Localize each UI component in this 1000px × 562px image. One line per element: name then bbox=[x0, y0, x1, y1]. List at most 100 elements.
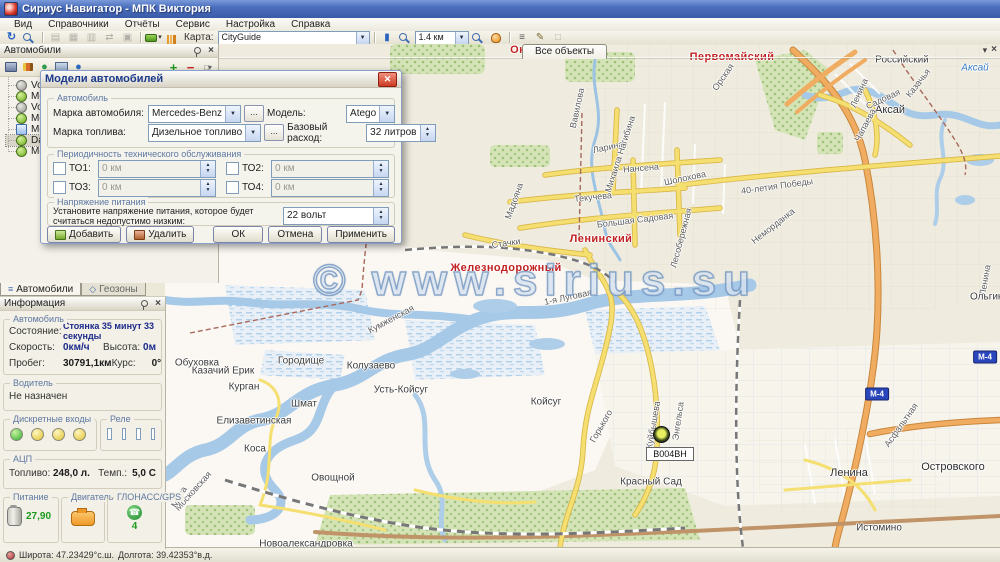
menu-item-1[interactable]: Вид bbox=[6, 18, 40, 31]
dialog-close-icon[interactable]: ✕ bbox=[378, 72, 397, 87]
relay-checkbox[interactable] bbox=[122, 428, 127, 440]
app-icon bbox=[4, 2, 18, 16]
consumption-label: Базовый расход: bbox=[287, 122, 363, 144]
map-label: Ольгинская bbox=[970, 292, 1000, 303]
pan-icon[interactable] bbox=[488, 32, 505, 44]
locate-icon[interactable] bbox=[3, 32, 20, 44]
discrete-inputs-group: Дискретные входы bbox=[3, 419, 97, 451]
menu-item-6[interactable]: Справка bbox=[283, 18, 338, 31]
to-spinner: 0 км▲▼ bbox=[271, 179, 389, 197]
map-label: 40-летия Победы bbox=[740, 176, 813, 196]
dock-tab-автомобили[interactable]: ≡Автомобили bbox=[0, 283, 81, 296]
maintenance-grid: ТО1:0 км▲▼ТО2:0 км▲▼ТО3:0 км▲▼ТО4:0 км▲▼ bbox=[48, 159, 394, 197]
delete-model-button[interactable]: Удалить bbox=[126, 226, 194, 243]
temp-label: Темп.: bbox=[98, 468, 132, 479]
layers-icon bbox=[119, 32, 136, 44]
vehicles-group-icon[interactable] bbox=[3, 61, 18, 74]
model-combobox[interactable]: Atego ▼ bbox=[346, 105, 395, 123]
stats-icon[interactable] bbox=[163, 32, 180, 44]
fuel-browse-button[interactable]: ... bbox=[264, 124, 284, 141]
model-label: Модель: bbox=[267, 108, 343, 119]
paint-icon[interactable] bbox=[20, 61, 35, 74]
relays-row bbox=[101, 426, 161, 442]
to-value: 0 км bbox=[272, 180, 373, 196]
pin-icon[interactable] bbox=[194, 47, 201, 54]
to-label: ТО4: bbox=[242, 182, 268, 193]
consumption-value: 32 литров bbox=[367, 125, 419, 141]
chevron-down-icon[interactable]: ▼ bbox=[225, 106, 240, 122]
zoom-in-icon[interactable] bbox=[397, 32, 414, 44]
close-icon[interactable]: × bbox=[208, 46, 214, 56]
list-icon[interactable] bbox=[514, 32, 531, 44]
menu-item-5[interactable]: Настройка bbox=[218, 18, 283, 31]
marker-icon[interactable] bbox=[379, 32, 396, 44]
tab-all-objects[interactable]: Все объекты bbox=[522, 44, 607, 59]
main-toolbar: Карта:CityGuide▼1.4 км▼ bbox=[0, 31, 1000, 45]
close-icon[interactable]: × bbox=[155, 299, 161, 309]
spinner-arrows-icon[interactable]: ▲▼ bbox=[420, 125, 435, 141]
cancel-button[interactable]: Отмена bbox=[268, 226, 322, 243]
car-filter-icon[interactable] bbox=[145, 32, 162, 44]
longitude-readout: Долгота: 39.42353°в.д. bbox=[118, 550, 212, 560]
chevron-down-icon[interactable]: ▼ bbox=[356, 32, 369, 44]
fuel-combobox[interactable]: Дизельное топливо ▼ bbox=[148, 124, 261, 142]
search-icon[interactable] bbox=[21, 32, 38, 44]
to-checkbox[interactable] bbox=[226, 162, 239, 175]
to-checkbox[interactable] bbox=[53, 181, 66, 194]
relay-checkbox[interactable] bbox=[151, 428, 156, 440]
map-label: Аксай bbox=[875, 104, 905, 116]
spinner-arrows-icon: ▲▼ bbox=[373, 180, 388, 196]
map-label: Красный Сад bbox=[620, 477, 682, 488]
driver-group: Водитель Не назначен bbox=[3, 383, 162, 411]
map-label: Островского bbox=[921, 461, 985, 473]
dock-tab-геозоны[interactable]: ◇Геозоны bbox=[81, 283, 145, 296]
to-checkbox[interactable] bbox=[53, 162, 66, 175]
info-panel-header: Информация × bbox=[0, 297, 165, 311]
menu-bar: ВидСправочникиОтчётыСервисНастройкаСправ… bbox=[0, 18, 1000, 32]
chevron-down-icon[interactable]: ▼ bbox=[245, 125, 260, 141]
power-group: Питание 27,90 bbox=[3, 497, 59, 543]
map-label: Стачки bbox=[491, 236, 521, 250]
brand-combobox[interactable]: Mercedes-Benz ▼ bbox=[148, 105, 241, 123]
ok-button[interactable]: ОК bbox=[213, 226, 263, 243]
close-map-tab-icon[interactable]: × bbox=[991, 45, 997, 56]
add-model-icon bbox=[55, 230, 66, 240]
vehicle-marker-icon[interactable] bbox=[653, 426, 670, 443]
apply-button[interactable]: Применить bbox=[327, 226, 395, 243]
voltage-spinner[interactable]: 22 вольт ▲▼ bbox=[283, 207, 389, 225]
to-checkbox[interactable] bbox=[226, 181, 239, 194]
maintenance-item: ТО3:0 км▲▼ bbox=[48, 178, 221, 197]
map-source-combo[interactable]: CityGuide▼ bbox=[218, 31, 370, 45]
map-label: Вавилова bbox=[568, 87, 586, 129]
to-spinner: 0 км▲▼ bbox=[98, 179, 216, 197]
edit-icon[interactable] bbox=[532, 32, 549, 44]
dialog-title-bar[interactable]: Модели автомобилей ✕ bbox=[41, 71, 401, 88]
power-caption: Питание bbox=[10, 492, 52, 502]
map-scale-combo[interactable]: 1.4 км▼ bbox=[415, 31, 469, 45]
spinner-arrows-icon[interactable]: ▲▼ bbox=[373, 208, 388, 224]
brand-browse-button[interactable]: ... bbox=[244, 105, 264, 122]
input-led-yellow bbox=[52, 428, 65, 441]
map-label: Елизаветинская bbox=[217, 416, 292, 427]
menu-item-4[interactable]: Сервис bbox=[168, 18, 218, 31]
zoom-out-icon[interactable] bbox=[470, 32, 487, 44]
toolbar-separator bbox=[374, 32, 375, 43]
relay-checkbox[interactable] bbox=[136, 428, 141, 440]
pin-icon[interactable] bbox=[141, 300, 148, 307]
to-label: ТО1: bbox=[69, 163, 95, 174]
relay-checkbox[interactable] bbox=[107, 428, 112, 440]
chevron-down-icon[interactable]: ▼ bbox=[379, 106, 394, 122]
vehicle-marker-plate[interactable]: В004ВН bbox=[646, 447, 694, 461]
chevron-down-icon[interactable]: ▼ bbox=[455, 32, 468, 44]
tab-scroll-icon[interactable]: ▾ bbox=[983, 45, 988, 56]
add-model-button[interactable]: Добавить bbox=[47, 226, 121, 243]
course-value: 0° bbox=[152, 358, 162, 369]
altitude-value: 0м bbox=[143, 342, 156, 353]
spinner-arrows-icon: ▲▼ bbox=[200, 180, 215, 196]
course-label: Курс: bbox=[112, 358, 152, 369]
consumption-spinner[interactable]: 32 литров ▲▼ bbox=[366, 124, 435, 142]
menu-item-2[interactable]: Справочники bbox=[40, 18, 117, 31]
to-value: 0 км bbox=[99, 180, 200, 196]
fuel-sensor-value: 248,0 л. bbox=[53, 468, 98, 479]
menu-item-3[interactable]: Отчёты bbox=[117, 18, 168, 31]
